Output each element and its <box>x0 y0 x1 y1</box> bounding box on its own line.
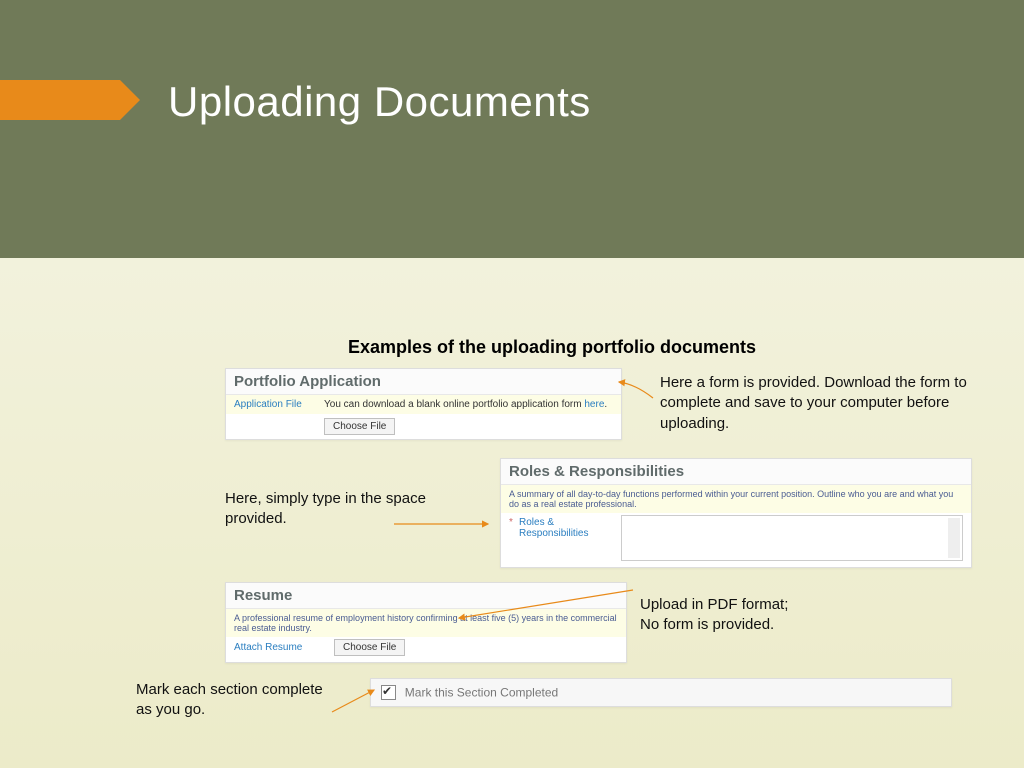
callout-arrow-icon <box>392 516 492 536</box>
roles-pane: Roles & Responsibilities A summary of al… <box>500 458 972 568</box>
roles-label: Roles & Responsibilities <box>519 517 609 539</box>
callout-note-3: Upload in PDF format; No form is provide… <box>640 595 890 636</box>
required-asterisk-icon: * <box>509 517 513 528</box>
callout-arrow-icon <box>455 588 635 628</box>
download-link[interactable]: here <box>584 399 604 410</box>
attach-resume-label: Attach Resume <box>234 642 324 653</box>
callout-note-4: Mark each section complete as you go. <box>136 680 336 721</box>
pane-header: Portfolio Application <box>226 369 621 395</box>
mark-complete-pane: Mark this Section Completed <box>370 678 952 707</box>
pane-header: Roles & Responsibilities <box>501 459 971 485</box>
slide: Uploading Documents Examples of the uplo… <box>0 0 1024 768</box>
section-subhead: Examples of the uploading portfolio docu… <box>348 337 756 358</box>
arrow-accent-icon <box>0 80 120 120</box>
callout-note-1: Here a form is provided. Download the fo… <box>660 373 990 434</box>
slide-title: Uploading Documents <box>168 78 591 126</box>
mark-complete-checkbox[interactable] <box>381 685 396 700</box>
choose-file-button[interactable]: Choose File <box>334 639 405 656</box>
roles-description: A summary of all day-to-day functions pe… <box>501 485 971 513</box>
text-part: . <box>604 399 607 410</box>
callout-arrow-icon <box>615 380 655 410</box>
choose-file-button[interactable]: Choose File <box>324 418 395 435</box>
application-file-row: Application File You can download a blan… <box>226 395 621 414</box>
portfolio-application-pane: Portfolio Application Application File Y… <box>225 368 622 440</box>
application-file-text: You can download a blank online portfoli… <box>324 399 607 410</box>
header-banner <box>0 0 1024 258</box>
application-file-label: Application File <box>234 399 324 410</box>
mark-complete-label: Mark this Section Completed <box>405 686 558 700</box>
callout-arrow-icon <box>330 686 380 716</box>
text-part: You can download a blank online portfoli… <box>324 399 584 410</box>
roles-textarea[interactable] <box>621 515 963 561</box>
